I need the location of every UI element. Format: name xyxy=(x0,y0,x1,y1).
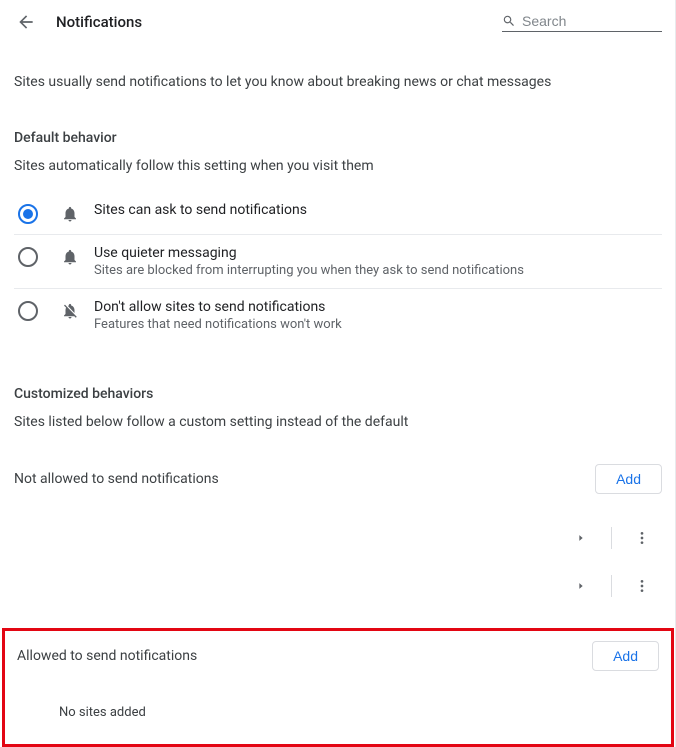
add-allowed-button[interactable]: Add xyxy=(592,641,659,671)
intro-text: Sites usually send notifications to let … xyxy=(14,74,662,90)
allowed-section-highlight: Allowed to send notifications Add No sit… xyxy=(2,628,674,747)
customized-title: Customized behaviors xyxy=(14,386,662,402)
search-icon xyxy=(502,13,516,29)
bell-off-icon xyxy=(60,301,80,321)
add-not-allowed-button[interactable]: Add xyxy=(595,464,662,494)
radio-option-block[interactable]: Don't allow sites to send notifications … xyxy=(14,289,662,342)
divider xyxy=(611,527,612,549)
radio-button[interactable] xyxy=(18,247,38,267)
radio-button[interactable] xyxy=(18,301,38,321)
search-field[interactable] xyxy=(502,13,662,32)
more-vert-icon xyxy=(634,530,650,546)
site-row xyxy=(14,562,662,610)
bell-icon xyxy=(60,204,80,224)
radio-label: Sites can ask to send notifications xyxy=(94,202,307,218)
expand-button[interactable] xyxy=(561,518,601,558)
radio-button[interactable] xyxy=(18,204,38,224)
expand-button[interactable] xyxy=(561,566,601,606)
chevron-right-icon xyxy=(576,581,586,591)
radio-label: Don't allow sites to send notifications xyxy=(94,299,342,315)
bell-icon xyxy=(60,247,80,267)
site-row xyxy=(14,514,662,562)
not-allowed-label: Not allowed to send notifications xyxy=(14,471,219,487)
divider xyxy=(611,575,612,597)
search-input[interactable] xyxy=(522,13,662,29)
page-title: Notifications xyxy=(56,13,502,31)
arrow-left-icon xyxy=(16,12,36,32)
default-behavior-subtitle: Sites automatically follow this setting … xyxy=(14,158,662,174)
allowed-empty-message: No sites added xyxy=(59,705,659,720)
radio-description: Features that need notifications won't w… xyxy=(94,317,342,332)
customized-subtitle: Sites listed below follow a custom setti… xyxy=(14,414,662,430)
radio-description: Sites are blocked from interrupting you … xyxy=(94,263,524,278)
more-menu-button[interactable] xyxy=(622,566,662,606)
radio-option-quieter[interactable]: Use quieter messaging Sites are blocked … xyxy=(14,235,662,289)
back-button[interactable] xyxy=(14,10,38,34)
radio-option-ask[interactable]: Sites can ask to send notifications xyxy=(14,192,662,235)
more-vert-icon xyxy=(634,578,650,594)
more-menu-button[interactable] xyxy=(622,518,662,558)
radio-label: Use quieter messaging xyxy=(94,245,524,261)
default-behavior-title: Default behavior xyxy=(14,130,662,146)
chevron-right-icon xyxy=(576,533,586,543)
allowed-label: Allowed to send notifications xyxy=(17,648,197,664)
